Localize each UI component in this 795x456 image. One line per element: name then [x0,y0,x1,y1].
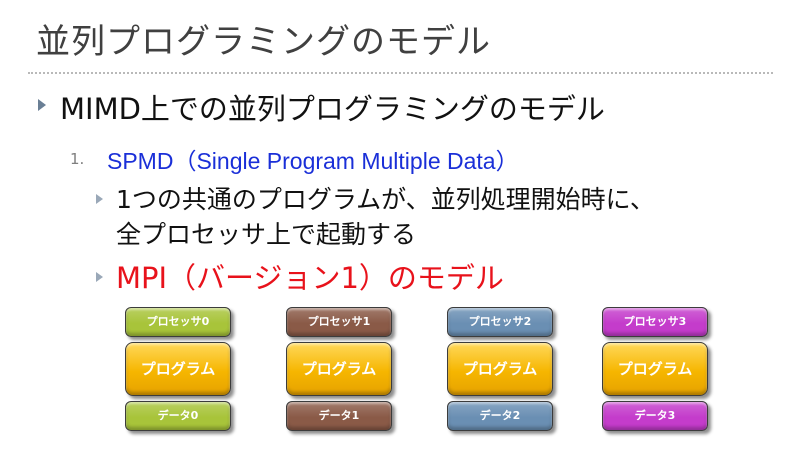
processor-box: プロセッサ2 [447,307,553,337]
processor-box: プロセッサ0 [125,307,231,337]
processor-box: プロセッサ1 [286,307,392,337]
point-text-line2: 全プロセッサ上で起動する [116,220,417,249]
bullet-triangle-icon [96,194,103,204]
program-box: プログラム [286,342,392,396]
sub-heading: SPMD（Single Program Multiple Data） [107,148,519,174]
point-highlight: MPI（バージョン1）のモデル [116,261,504,295]
processor-box: プロセッサ3 [602,307,708,337]
list-number: 1. [70,150,85,168]
bullet-triangle-icon [38,99,46,111]
program-box: プログラム [602,342,708,396]
data-box: データ3 [602,401,708,431]
title-divider [28,72,773,74]
slide-title: 並列プログラミングのモデル [36,22,491,62]
main-heading: MIMD上での並列プログラミングのモデル [60,92,605,126]
program-box: プログラム [447,342,553,396]
bullet-triangle-icon [96,272,103,282]
point-text-line1: 1つの共通のプログラムが、並列処理開始時に、 [116,185,655,214]
program-box: プログラム [125,342,231,396]
data-box: データ0 [125,401,231,431]
data-box: データ1 [286,401,392,431]
data-box: データ2 [447,401,553,431]
